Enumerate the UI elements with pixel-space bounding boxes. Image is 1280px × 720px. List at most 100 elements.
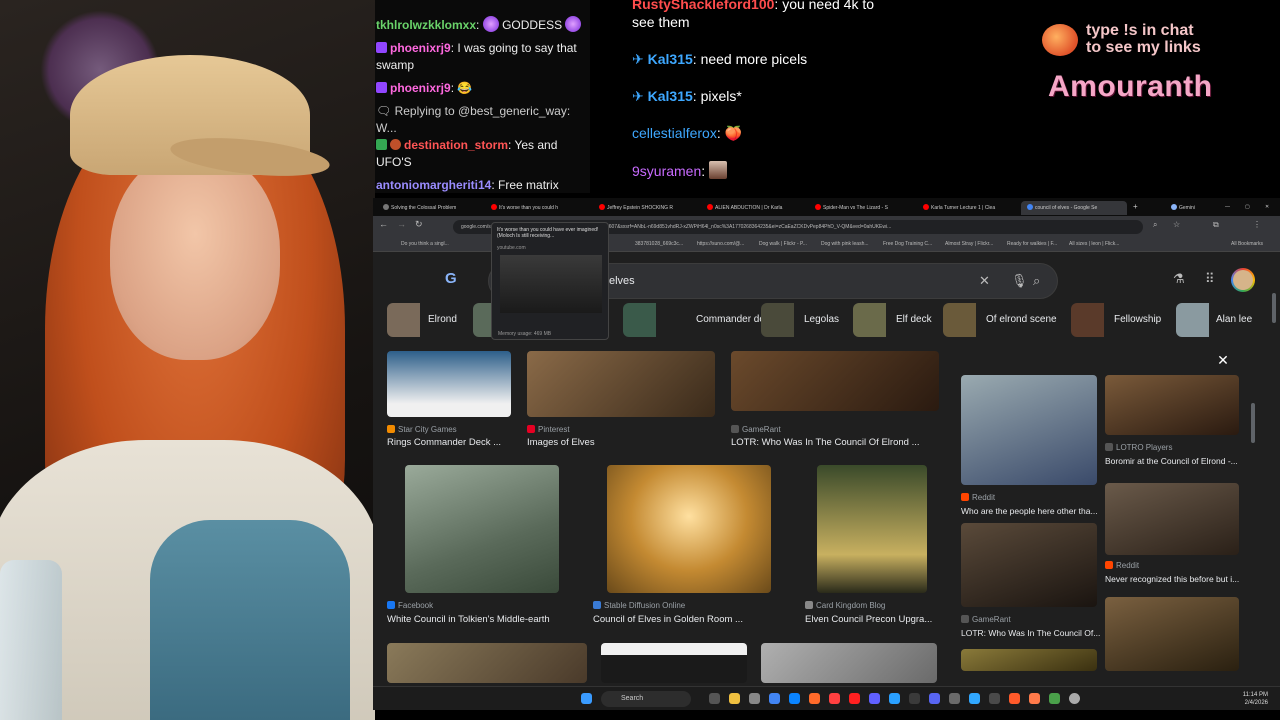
new-tab-button[interactable]: + [1127,201,1141,215]
taskbar-clock[interactable]: 11:14 PM 2/4/2026 [1243,691,1268,707]
reload-icon[interactable]: ↻ [415,219,423,230]
search-input[interactable]: elves [609,275,635,287]
result-image[interactable] [387,351,511,417]
chat-username[interactable]: RustyShackleford100 [632,0,774,12]
zoom-icon[interactable]: ⌕ [1153,220,1157,230]
chat-username[interactable]: Kal315 [648,51,693,67]
chrome-icon[interactable] [769,693,780,704]
chat-username[interactable]: antoniomargheriti14 [376,178,491,192]
result-source[interactable]: Facebook [387,601,433,610]
bookmark[interactable]: 383781028_669c3c... [635,241,683,247]
result-title[interactable]: Elven Council Precon Upgra... [805,614,932,625]
apps-grid-icon[interactable]: ⠿ [1205,271,1215,287]
result-title[interactable]: Boromir at the Council of Elrond -... [1105,456,1238,466]
result-title[interactable]: Rings Commander Deck ... [387,437,501,448]
browser-tab[interactable]: Jeffrey Epstein SHOCKING R [593,201,693,215]
taskbar-search[interactable]: Search [601,691,691,707]
result-source[interactable]: GameRant [961,615,1011,624]
browser-tab[interactable]: ALIEN ABDUCTION | Dr Karla [701,201,801,215]
browser-tab[interactable]: It's worse than you could h [485,201,585,215]
all-bookmarks[interactable]: All Bookmarks [1231,241,1263,247]
back-icon[interactable]: ← [379,219,388,229]
chip-alan-lee[interactable]: Alan lee [1176,303,1266,337]
bookmark-star-icon[interactable]: ☆ [1173,220,1180,229]
result-image[interactable] [1105,483,1239,555]
browser-tab[interactable]: Spider-Man vs The Lizard - S [809,201,909,215]
chip-unlabeled[interactable] [473,303,493,337]
bookmark[interactable]: All sizes | leon | Flick... [1069,241,1119,247]
result-image[interactable] [405,465,559,593]
close-icon[interactable]: ✕ [1216,353,1230,367]
browser-tab-active[interactable]: council of elves - Google Se [1021,201,1127,215]
chip-commander-deck[interactable]: Commander deck [623,303,775,337]
microphone-icon[interactable]: 🎙 [1011,273,1028,289]
gemini-button[interactable]: Gemini [1165,201,1205,215]
close-window-icon[interactable]: ✕ [1259,201,1273,215]
app-icon[interactable] [949,693,960,704]
app-icon[interactable] [989,693,1000,704]
google-logo[interactable]: G [445,270,457,287]
app-icon[interactable] [1029,693,1040,704]
result-source[interactable]: Pinterest [527,425,570,434]
bookmark[interactable]: Dog walk | Flickr - P... [759,241,807,247]
app-icon[interactable] [909,693,920,704]
chat-username[interactable]: phoenixrj9 [390,41,451,55]
bookmark[interactable]: Do you think a singl... [401,241,449,247]
chip-elf-deck[interactable]: Elf deck [853,303,933,337]
page-scrollbar[interactable] [1272,293,1276,323]
chat-username[interactable]: tkhlrolwzkklomxx [376,18,476,32]
bookmark[interactable]: Almost Stray | Flickr... [945,241,993,247]
firefox-icon[interactable] [809,693,820,704]
chat-username[interactable]: phoenixrj9 [390,81,451,95]
labs-flask-icon[interactable]: ⚗ [1173,271,1185,287]
file-explorer-icon[interactable] [729,693,740,704]
result-image[interactable] [817,465,927,593]
bookmark[interactable]: Free Dog Training C... [883,241,932,247]
result-title[interactable]: LOTR: Who Was In The Council Of... [961,628,1100,638]
brave-icon[interactable] [829,693,840,704]
result-source[interactable]: LOTRO Players [1105,443,1172,452]
discord-icon[interactable] [929,693,940,704]
result-image[interactable] [607,465,771,593]
app-icon[interactable] [1049,693,1060,704]
result-image[interactable] [387,643,587,683]
bookmark[interactable]: Ready for walkies | F... [1007,241,1057,247]
bookmark[interactable]: https://suno.com/@... [697,241,744,247]
result-source[interactable]: Reddit [1105,561,1139,570]
panel-scrollbar[interactable] [1251,403,1255,443]
result-image[interactable] [1105,375,1239,435]
result-image[interactable] [961,375,1097,485]
result-source[interactable]: Reddit [961,493,995,502]
chat-username[interactable]: Kal315 [648,88,693,104]
result-source[interactable]: Card Kingdom Blog [805,601,885,610]
chat-username[interactable]: destination_storm [404,138,508,152]
chat-username[interactable]: cellestialferox [632,125,717,141]
bookmark[interactable]: Dog with pink leash... [821,241,869,247]
result-image[interactable] [961,523,1097,607]
opera-icon[interactable] [849,693,860,704]
menu-icon[interactable]: ⋮ [1253,220,1261,229]
result-image[interactable] [601,643,747,683]
result-title[interactable]: Images of Elves [527,437,595,448]
chip-elrond[interactable]: Elrond [387,303,465,337]
start-icon[interactable] [581,693,592,704]
result-title[interactable]: Council of Elves in Golden Room ... [593,614,743,625]
app-icon[interactable] [869,693,880,704]
edge-icon[interactable] [789,693,800,704]
result-image[interactable] [961,649,1097,671]
chip-of-elrond-scene[interactable]: Of elrond scene [943,303,1063,337]
result-source[interactable]: Star City Games [387,425,457,434]
result-image[interactable] [527,351,715,417]
chip-legolas[interactable]: Legolas [761,303,841,337]
avatar[interactable] [1231,268,1255,292]
minimize-icon[interactable]: — [1219,201,1233,215]
chat-username[interactable]: 9syuramen [632,163,701,179]
browser-tab[interactable]: Karla Turner Lecture 1 | Clea [917,201,1017,215]
settings-icon[interactable] [1069,693,1080,704]
forward-icon[interactable]: → [397,219,406,229]
chip-fellowship[interactable]: Fellowship [1071,303,1166,337]
photoshop-icon[interactable] [969,693,980,704]
result-title[interactable]: White Council in Tolkien's Middle-earth [387,614,550,625]
result-image[interactable] [731,351,939,411]
result-title[interactable]: Never recognized this before but i... [1105,574,1239,584]
